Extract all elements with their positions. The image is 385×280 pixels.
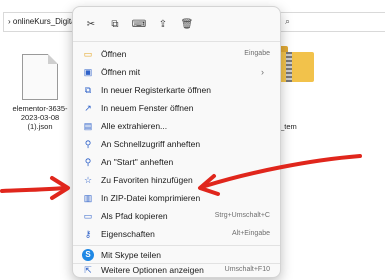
- menu-item-add-favorites[interactable]: ☆ Zu Favoriten hinzufügen: [77, 172, 276, 188]
- menu-item-shortcut: Alt+Eingabe: [232, 230, 270, 237]
- menu-item-label: Eigenschaften: [101, 229, 155, 239]
- menu-item-open-new-tab[interactable]: ⧉ In neuer Registerkarte öffnen: [77, 82, 276, 98]
- menu-item-copy-path[interactable]: ▭ Als Pfad kopieren Strg+Umschalt+C: [77, 208, 276, 224]
- zip-icon: ▥: [83, 193, 93, 203]
- menu-item-shortcut: Umschalt+F10: [224, 266, 270, 273]
- menu-item-label: An Schnellzugriff anheften: [101, 139, 201, 149]
- menu-item-properties[interactable]: ⚷ Eigenschaften Alt+Eingabe: [77, 226, 276, 242]
- properties-icon: ⚷: [84, 229, 92, 239]
- menu-item-label: In neuem Fenster öffnen: [101, 103, 194, 113]
- menu-item-open-with[interactable]: ▣ Öffnen mit ›: [77, 64, 276, 80]
- menu-item-skype-share[interactable]: S Mit Skype teilen: [77, 248, 276, 262]
- menu-divider: [73, 245, 280, 246]
- json-file-name[interactable]: elementor-3635- 2023-03-08 (1).json: [0, 104, 80, 131]
- menu-item-label: Alle extrahieren...: [101, 121, 168, 131]
- rename-icon[interactable]: ⌨: [129, 15, 149, 35]
- menu-item-open[interactable]: ▭ Öffnen Eingabe: [77, 46, 276, 62]
- menu-item-label: Weitere Optionen anzeigen: [101, 265, 204, 275]
- share-icon[interactable]: ⇪: [153, 15, 173, 35]
- open-with-icon: ▣: [83, 67, 93, 77]
- copy-icon[interactable]: ⧉: [105, 15, 125, 35]
- search-input[interactable]: ⌕: [276, 12, 385, 32]
- skype-icon: S: [82, 249, 94, 261]
- menu-item-label: Zu Favoriten hinzufügen: [101, 175, 193, 185]
- menu-item-label: Als Pfad kopieren: [101, 211, 168, 221]
- new-tab-icon: ⧉: [84, 85, 92, 95]
- cut-icon[interactable]: ✂: [81, 15, 101, 35]
- star-icon: ☆: [83, 175, 93, 185]
- menu-item-shortcut: Eingabe: [244, 50, 270, 57]
- open-icon: ▭: [83, 49, 93, 59]
- new-window-icon: ↗: [84, 103, 92, 113]
- menu-item-label: In neuer Registerkarte öffnen: [101, 85, 211, 95]
- menu-item-shortcut: Strg+Umschalt+C: [214, 212, 270, 219]
- menu-item-label: Mit Skype teilen: [101, 250, 161, 260]
- menu-item-open-new-window[interactable]: ↗ In neuem Fenster öffnen: [77, 100, 276, 116]
- menu-item-label: An "Start" anheften: [101, 157, 174, 167]
- quick-actions-bar: ✂ ⧉ ⌨ ⇪ 🗑: [81, 15, 271, 35]
- menu-item-label: In ZIP-Datei komprimieren: [101, 193, 201, 203]
- annotation-arrow-left: [0, 176, 70, 200]
- menu-item-pin-quick-access[interactable]: ⚲ An Schnellzugriff anheften: [77, 136, 276, 152]
- json-file-icon[interactable]: [22, 54, 58, 100]
- more-options-icon: ⇱: [84, 265, 92, 275]
- delete-icon[interactable]: 🗑: [177, 15, 197, 35]
- pin-icon: ⚲: [84, 139, 92, 149]
- menu-item-pin-start[interactable]: ⚲ An "Start" anheften: [77, 154, 276, 170]
- context-menu: ✂ ⧉ ⌨ ⇪ 🗑 ▭ Öffnen Eingabe ▣ Öffnen mit …: [72, 6, 281, 278]
- menu-item-label: Öffnen: [101, 49, 127, 59]
- menu-item-compress-zip[interactable]: ▥ In ZIP-Datei komprimieren: [77, 190, 276, 206]
- chevron-right-icon: ›: [261, 67, 264, 77]
- menu-item-extract-all[interactable]: ▤ Alle extrahieren...: [77, 118, 276, 134]
- copy-path-icon: ▭: [83, 211, 93, 221]
- menu-item-label: Öffnen mit: [101, 67, 141, 77]
- search-icon: ⌕: [285, 16, 291, 26]
- menu-divider: [73, 41, 280, 42]
- menu-item-more-options[interactable]: ⇱ Weitere Optionen anzeigen Umschalt+F10: [77, 264, 276, 276]
- pin-start-icon: ⚲: [84, 157, 92, 167]
- extract-icon: ▤: [83, 121, 93, 131]
